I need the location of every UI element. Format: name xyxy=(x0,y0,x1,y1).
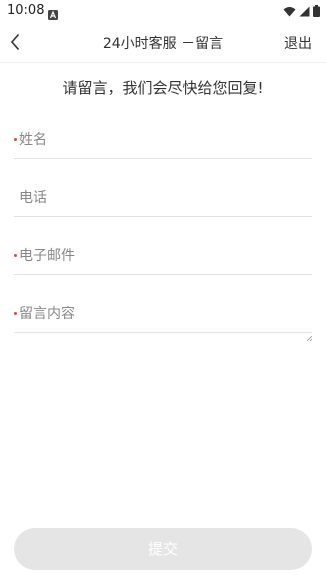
submit-button[interactable]: 提交 xyxy=(14,528,312,570)
prompt-text: 请留言，我们会尽快给您回复! xyxy=(62,79,264,97)
message-textarea[interactable] xyxy=(19,302,307,326)
required-mark xyxy=(14,312,17,315)
back-button[interactable] xyxy=(4,30,28,54)
wifi-icon xyxy=(280,6,296,17)
exit-button[interactable]: 退出 xyxy=(284,33,312,53)
header: 24小时客服 －留言 退出 xyxy=(0,22,326,63)
a-notification-icon xyxy=(48,5,58,20)
required-mark xyxy=(14,254,17,257)
status-icons xyxy=(280,4,320,18)
status-bar: 10:08 xyxy=(0,0,326,22)
status-time: 10:08 xyxy=(7,3,45,18)
name-field xyxy=(14,128,312,159)
email-field xyxy=(14,244,312,275)
message-field xyxy=(14,302,313,342)
signal-icon xyxy=(296,6,310,17)
phone-input[interactable] xyxy=(19,186,307,210)
required-mark xyxy=(14,138,17,141)
phone-field xyxy=(14,186,312,217)
chevron-left-icon xyxy=(10,33,20,51)
resize-grip-icon[interactable] xyxy=(306,326,313,342)
battery-icon xyxy=(310,5,320,17)
page-title: 24小时客服 －留言 xyxy=(102,36,224,52)
email-input[interactable] xyxy=(19,244,307,268)
name-input[interactable] xyxy=(19,128,307,152)
